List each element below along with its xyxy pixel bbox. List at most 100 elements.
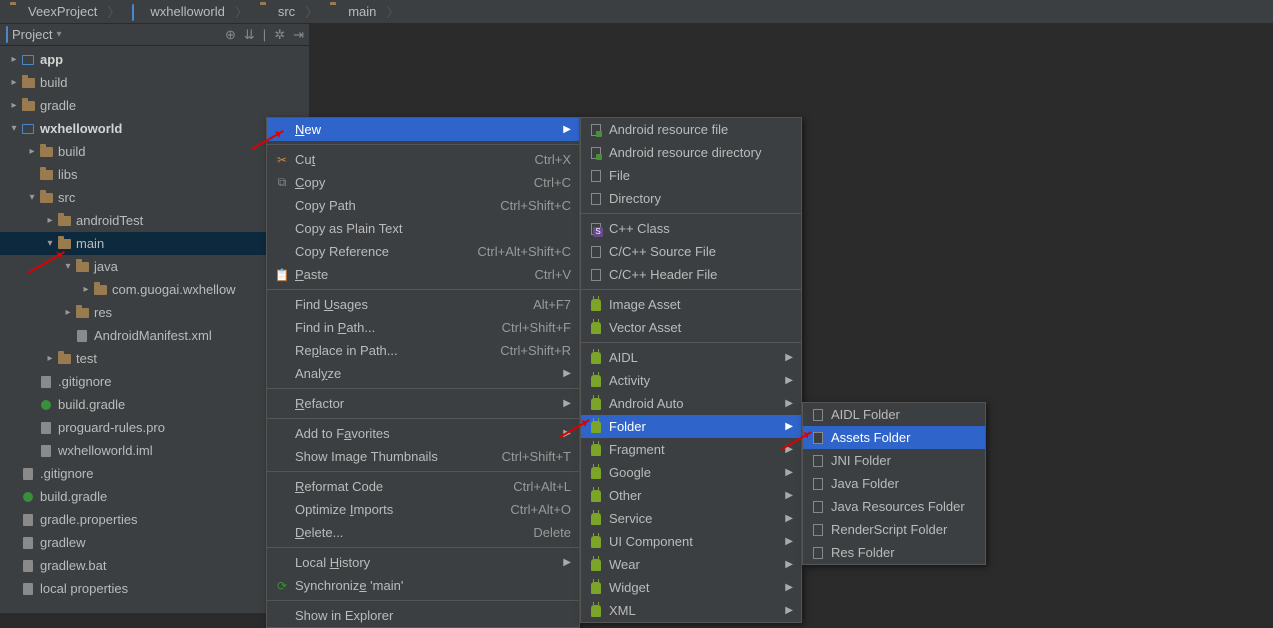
menu-item[interactable]: Assets Folder [803, 426, 985, 449]
menu-item[interactable]: JNI Folder [803, 449, 985, 472]
tree-node[interactable]: gradlew [0, 531, 309, 554]
menu-item[interactable]: Java Resources Folder [803, 495, 985, 518]
android-icon [587, 375, 605, 387]
tree-node[interactable]: local properties [0, 577, 309, 600]
menu-item[interactable]: Copy as Plain Text [267, 217, 579, 240]
menu-item[interactable]: Image Asset [581, 293, 801, 316]
menu-item[interactable]: Vector Asset [581, 316, 801, 339]
project-sidebar: Project ▾ ⊕ ⇊ | ✲ ⇥ ▸app▸build▸gradle▾wx… [0, 24, 310, 613]
menu-item[interactable]: RenderScript Folder [803, 518, 985, 541]
gear-icon[interactable]: ✲ [274, 27, 285, 43]
menu-item[interactable]: Activity▶ [581, 369, 801, 392]
new-submenu[interactable]: Android resource fileAndroid resource di… [580, 117, 802, 623]
tree-node[interactable]: build.gradle [0, 485, 309, 508]
folder-submenu[interactable]: AIDL FolderAssets FolderJNI FolderJava F… [802, 402, 986, 565]
dropdown-caret-icon[interactable]: ▾ [56, 29, 61, 40]
menu-item[interactable]: C/C++ Source File [581, 240, 801, 263]
scroll-from-source-icon[interactable]: ⊕ [225, 27, 236, 43]
tree-node[interactable]: .gitignore [0, 462, 309, 485]
expand-arrow-icon[interactable]: ▸ [8, 54, 20, 65]
breadcrumb-item[interactable]: VeexProject [4, 2, 126, 21]
menu-item[interactable]: Android resource directory [581, 141, 801, 164]
project-tool-header[interactable]: Project ▾ ⊕ ⇊ | ✲ ⇥ [0, 24, 310, 46]
menu-item[interactable]: UI Component▶ [581, 530, 801, 553]
tree-node-label: androidTest [76, 213, 143, 228]
expand-arrow-icon[interactable]: ▸ [44, 353, 56, 364]
tree-node[interactable]: .gitignore [0, 370, 309, 393]
menu-item[interactable]: AIDL Folder [803, 403, 985, 426]
menu-item[interactable]: Android resource file [581, 118, 801, 141]
collapse-all-icon[interactable]: ⇊ [244, 27, 255, 43]
expand-arrow-icon[interactable]: ▸ [8, 77, 20, 88]
tree-node[interactable]: ▾src [0, 186, 309, 209]
menu-item[interactable]: Find UsagesAlt+F7 [267, 293, 579, 316]
menu-item[interactable]: Other▶ [581, 484, 801, 507]
menu-item[interactable]: XML▶ [581, 599, 801, 622]
tree-node[interactable]: proguard-rules.pro [0, 416, 309, 439]
menu-item[interactable]: Analyze▶ [267, 362, 579, 385]
expand-arrow-icon[interactable]: ▸ [44, 215, 56, 226]
tree-node[interactable]: ▸app [0, 48, 309, 71]
menu-item[interactable]: C++ Class [581, 217, 801, 240]
tree-node[interactable]: gradle.properties [0, 508, 309, 531]
menu-item[interactable]: AIDL▶ [581, 346, 801, 369]
tree-node[interactable]: gradlew.bat [0, 554, 309, 577]
expand-arrow-icon[interactable]: ▾ [44, 238, 56, 249]
tree-node[interactable]: ▾wxhelloworld [0, 117, 309, 140]
menu-item[interactable]: Copy PathCtrl+Shift+C [267, 194, 579, 217]
menu-item[interactable]: Reformat CodeCtrl+Alt+L [267, 475, 579, 498]
menu-item[interactable]: Folder▶ [581, 415, 801, 438]
menu-item[interactable]: 📋PasteCtrl+V [267, 263, 579, 286]
tree-node[interactable]: libs [0, 163, 309, 186]
tree-node[interactable]: AndroidManifest.xml [0, 324, 309, 347]
tree-node[interactable]: ▸res [0, 301, 309, 324]
project-tree[interactable]: ▸app▸build▸gradle▾wxhelloworld▸buildlibs… [0, 46, 309, 600]
expand-arrow-icon[interactable]: ▾ [62, 261, 74, 272]
menu-item[interactable]: Replace in Path...Ctrl+Shift+R [267, 339, 579, 362]
menu-item[interactable]: New▶ [267, 118, 579, 141]
menu-item[interactable]: Res Folder [803, 541, 985, 564]
tree-node[interactable]: build.gradle [0, 393, 309, 416]
expand-arrow-icon[interactable]: ▸ [80, 284, 92, 295]
expand-arrow-icon[interactable]: ▸ [8, 100, 20, 111]
menu-item[interactable]: Local History▶ [267, 551, 579, 574]
menu-item[interactable]: Add to Favorites▶ [267, 422, 579, 445]
menu-item[interactable]: Wear▶ [581, 553, 801, 576]
menu-item[interactable]: Java Folder [803, 472, 985, 495]
menu-item[interactable]: Android Auto▶ [581, 392, 801, 415]
breadcrumb-item[interactable]: wxhelloworld [126, 2, 253, 21]
breadcrumb-item[interactable]: src [254, 2, 324, 21]
breadcrumb-item[interactable]: main [324, 2, 405, 21]
menu-item[interactable]: Fragment▶ [581, 438, 801, 461]
expand-arrow-icon[interactable]: ▸ [26, 146, 38, 157]
menu-item[interactable]: Find in Path...Ctrl+Shift+F [267, 316, 579, 339]
expand-arrow-icon[interactable]: ▾ [8, 123, 20, 134]
menu-item[interactable]: C/C++ Header File [581, 263, 801, 286]
menu-item[interactable]: Google▶ [581, 461, 801, 484]
expand-arrow-icon[interactable]: ▾ [26, 192, 38, 203]
tree-node[interactable]: ▸test [0, 347, 309, 370]
menu-item[interactable]: Show Image ThumbnailsCtrl+Shift+T [267, 445, 579, 468]
hide-icon[interactable]: ⇥ [293, 27, 304, 43]
tree-node[interactable]: ▸gradle [0, 94, 309, 117]
menu-item[interactable]: ⧉CopyCtrl+C [267, 171, 579, 194]
menu-item[interactable]: Refactor▶ [267, 392, 579, 415]
tree-node[interactable]: ▸com.guogai.wxhellow [0, 278, 309, 301]
expand-arrow-icon[interactable]: ▸ [62, 307, 74, 318]
menu-item[interactable]: Directory [581, 187, 801, 210]
tree-node[interactable]: ▾java [0, 255, 309, 278]
tree-node[interactable]: ▾main [0, 232, 309, 255]
menu-item[interactable]: ⟳Synchronize 'main' [267, 574, 579, 597]
context-menu[interactable]: New▶ ✂CutCtrl+X⧉CopyCtrl+CCopy PathCtrl+S… [266, 117, 580, 628]
menu-item[interactable]: File [581, 164, 801, 187]
menu-item[interactable]: Service▶ [581, 507, 801, 530]
menu-item[interactable]: Show in Explorer [267, 604, 579, 627]
menu-item[interactable]: Delete...Delete [267, 521, 579, 544]
menu-item[interactable]: Widget▶ [581, 576, 801, 599]
menu-item[interactable]: ✂CutCtrl+X [267, 148, 579, 171]
menu-item[interactable]: Optimize ImportsCtrl+Alt+O [267, 498, 579, 521]
menu-item[interactable]: Copy ReferenceCtrl+Alt+Shift+C [267, 240, 579, 263]
tree-node[interactable]: ▸build [0, 71, 309, 94]
tree-node[interactable]: ▸ androidTest [0, 209, 309, 232]
tree-node[interactable]: wxhelloworld.iml [0, 439, 309, 462]
